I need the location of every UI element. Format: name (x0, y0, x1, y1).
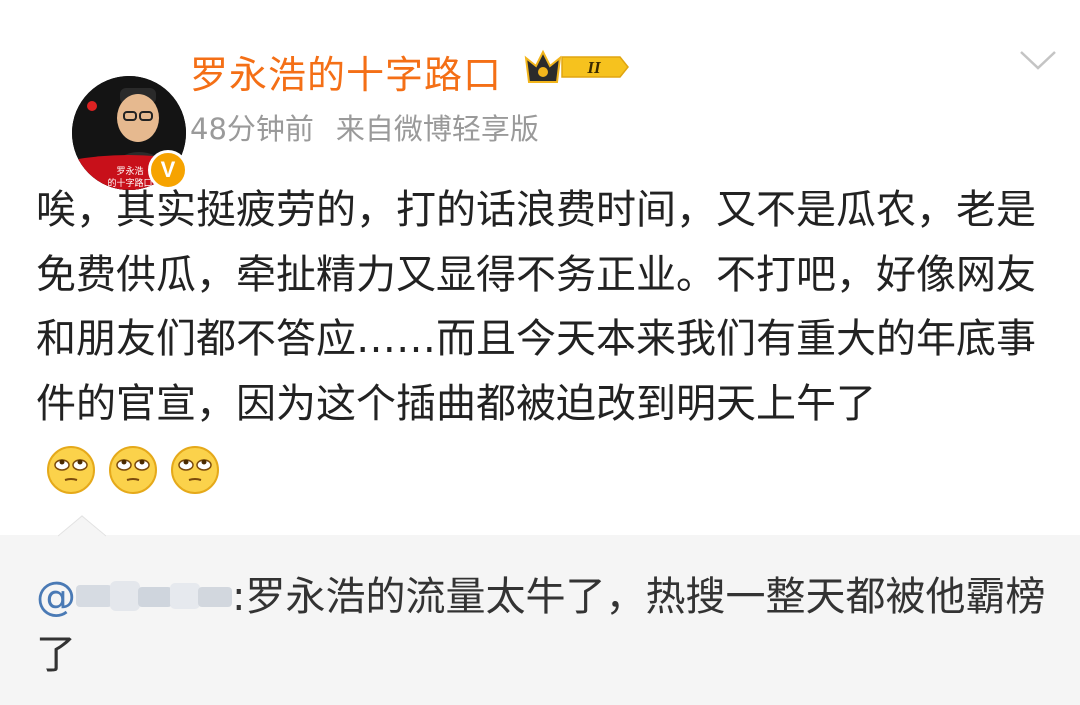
post-time: 48分钟前 (190, 112, 314, 146)
mention-at[interactable]: @ (36, 574, 76, 620)
eye-roll-emoji-icon (47, 446, 95, 494)
chevron-down-icon[interactable] (1018, 48, 1058, 72)
vip-level-text: II (586, 58, 602, 77)
avatar-container[interactable]: 罗永浩 的十字路口 V (36, 38, 188, 190)
blurred-username[interactable] (76, 579, 232, 613)
emoji-group (46, 445, 220, 495)
post-source[interactable]: 来自微博轻享版 (336, 112, 539, 146)
repost-text-block: @ :罗永浩的流量太牛了，热搜一整天都被他霸榜了 (36, 568, 1051, 684)
post-body: 唉，其实挺疲劳的，打的话浪费时间，又不是瓜农，老是免费供瓜，牵扯精力又显得不务正… (36, 178, 1056, 501)
username[interactable]: 罗永浩的十字路口 (190, 44, 502, 99)
vip-level-badge[interactable]: II (522, 46, 632, 88)
weibo-post-card: 罗永浩 的十字路口 V 罗永浩的十字路口 II 48分钟前 来自微博轻享版 唉，其… (0, 0, 1080, 535)
post-text: 唉，其实挺疲劳的，打的话浪费时间，又不是瓜农，老是免费供瓜，牵扯精力又显得不务正… (36, 187, 1036, 427)
eye-roll-emoji-icon (109, 446, 157, 494)
svg-text:罗永浩: 罗永浩 (116, 165, 143, 177)
eye-roll-emoji-icon (171, 446, 219, 494)
repost-pointer (58, 515, 106, 537)
post-meta: 48分钟前 来自微博轻享版 (190, 106, 539, 148)
